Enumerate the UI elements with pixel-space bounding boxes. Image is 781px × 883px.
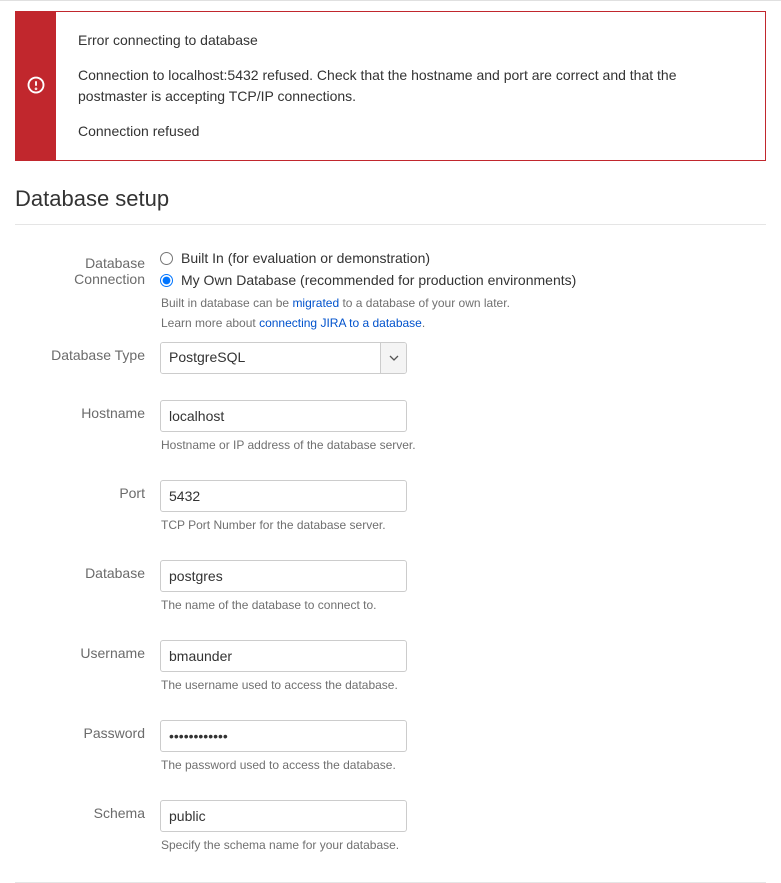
link-connecting-jira[interactable]: connecting JIRA to a database: [259, 316, 422, 330]
help-port: TCP Port Number for the database server.: [161, 516, 766, 534]
label-schema: Schema: [15, 800, 160, 872]
link-migrated[interactable]: migrated: [292, 296, 339, 310]
divider-top: [15, 224, 766, 225]
port-input[interactable]: [160, 480, 407, 512]
username-input[interactable]: [160, 640, 407, 672]
page-title: Database setup: [15, 186, 766, 212]
label-password: Password: [15, 720, 160, 792]
error-title: Error connecting to database: [78, 30, 743, 51]
help-username: The username used to access the database…: [161, 676, 766, 694]
help-learn-more: Learn more about connecting JIRA to a da…: [161, 314, 766, 332]
database-type-select[interactable]: PostgreSQL: [160, 342, 407, 374]
help-hostname: Hostname or IP address of the database s…: [161, 436, 766, 454]
label-username: Username: [15, 640, 160, 712]
label-hostname: Hostname: [15, 400, 160, 472]
schema-input[interactable]: [160, 800, 407, 832]
database-type-value: PostgreSQL: [161, 343, 380, 373]
chevron-down-icon[interactable]: [380, 343, 406, 373]
help-database: The name of the database to connect to.: [161, 596, 766, 614]
radio-own-database[interactable]: [160, 274, 173, 287]
help-password: The password used to access the database…: [161, 756, 766, 774]
radio-own-database-label[interactable]: My Own Database (recommended for product…: [181, 272, 576, 288]
radio-builtin-label[interactable]: Built In (for evaluation or demonstratio…: [181, 250, 430, 266]
help-schema: Specify the schema name for your databas…: [161, 836, 766, 854]
hostname-input[interactable]: [160, 400, 407, 432]
password-input[interactable]: [160, 720, 407, 752]
error-icon-bar: [16, 12, 56, 160]
label-database: Database: [15, 560, 160, 632]
database-input[interactable]: [160, 560, 407, 592]
label-port: Port: [15, 480, 160, 552]
error-reason: Connection refused: [78, 121, 743, 142]
help-builtin-migrate: Built in database can be migrated to a d…: [161, 294, 766, 312]
radio-builtin[interactable]: [160, 252, 173, 265]
label-db-connection: Database Connection: [15, 250, 160, 334]
error-icon: [27, 76, 45, 97]
error-panel: Error connecting to database Connection …: [15, 11, 766, 161]
error-message: Connection to localhost:5432 refused. Ch…: [78, 65, 743, 107]
label-db-type: Database Type: [15, 342, 160, 392]
